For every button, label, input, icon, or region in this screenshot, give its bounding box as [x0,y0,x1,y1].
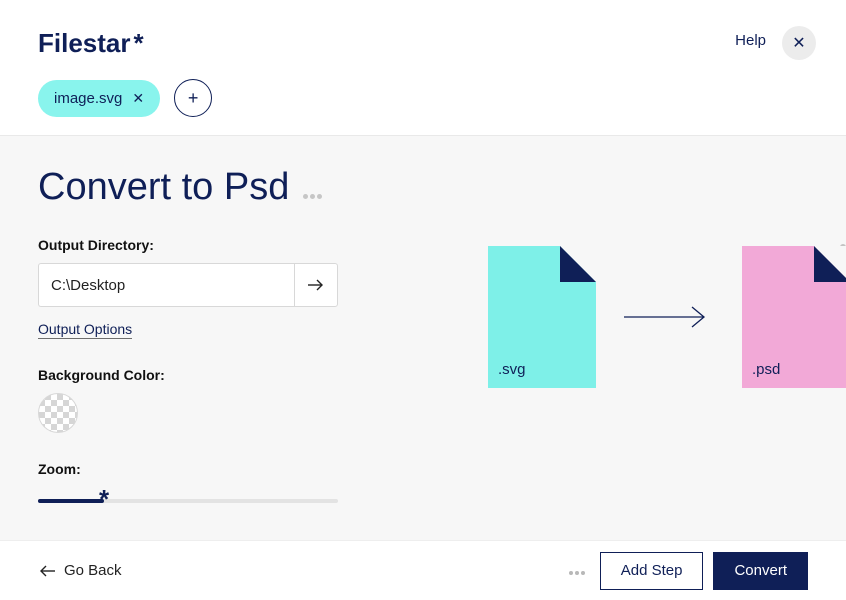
add-step-button[interactable]: Add Step [600,552,704,590]
arrow-right-icon [307,278,325,292]
go-back-button[interactable]: Go Back [38,562,122,579]
slider-thumb-icon[interactable]: * [99,489,109,509]
output-options-link[interactable]: Output Options [38,321,132,339]
close-icon: ✕ [792,33,805,53]
file-chip-label: image.svg [54,90,122,107]
add-file-button[interactable]: + [174,79,212,117]
output-directory-label: Output Directory: [38,237,418,253]
remove-file-icon[interactable]: ✕ [132,90,144,107]
plus-icon: + [188,88,199,109]
background-color-label: Background Color: [38,367,418,383]
arrow-left-icon [38,564,56,578]
target-ext: .psd [752,361,780,378]
topbar: Filestar * Help ✕ [0,0,846,71]
file-chip-row: image.svg ✕ + [0,71,846,135]
help-link[interactable]: Help [735,32,766,49]
page-title: Convert to Psd [38,166,289,209]
output-directory-input[interactable] [38,263,294,307]
footer: Go Back Add Step Convert [0,540,846,600]
conversion-graphic: .svg .psd [488,246,846,388]
logo-star-icon: * [134,28,144,59]
preview-column: .svg .psd [418,166,846,555]
main-panel: Convert to Psd Output Directory: Output … [0,135,846,555]
target-file-card: .psd [742,246,846,388]
file-chip[interactable]: image.svg ✕ [38,80,160,117]
slider-fill [38,499,104,503]
close-button[interactable]: ✕ [782,26,816,60]
zoom-label: Zoom: [38,461,418,477]
settings-column: Convert to Psd Output Directory: Output … [38,166,418,555]
background-color-swatch[interactable] [38,393,78,433]
convert-arrow-icon [624,305,714,329]
output-directory-row [38,263,338,307]
app-logo: Filestar * [38,28,144,59]
convert-button[interactable]: Convert [713,552,808,590]
source-ext: .svg [498,361,526,378]
footer-more-icon[interactable] [568,562,586,580]
logo-text: Filestar [38,28,131,59]
source-file-card: .svg [488,246,596,388]
go-back-label: Go Back [64,562,122,579]
title-more-icon[interactable] [302,186,323,204]
zoom-slider[interactable]: * [38,491,338,511]
browse-directory-button[interactable] [294,263,338,307]
